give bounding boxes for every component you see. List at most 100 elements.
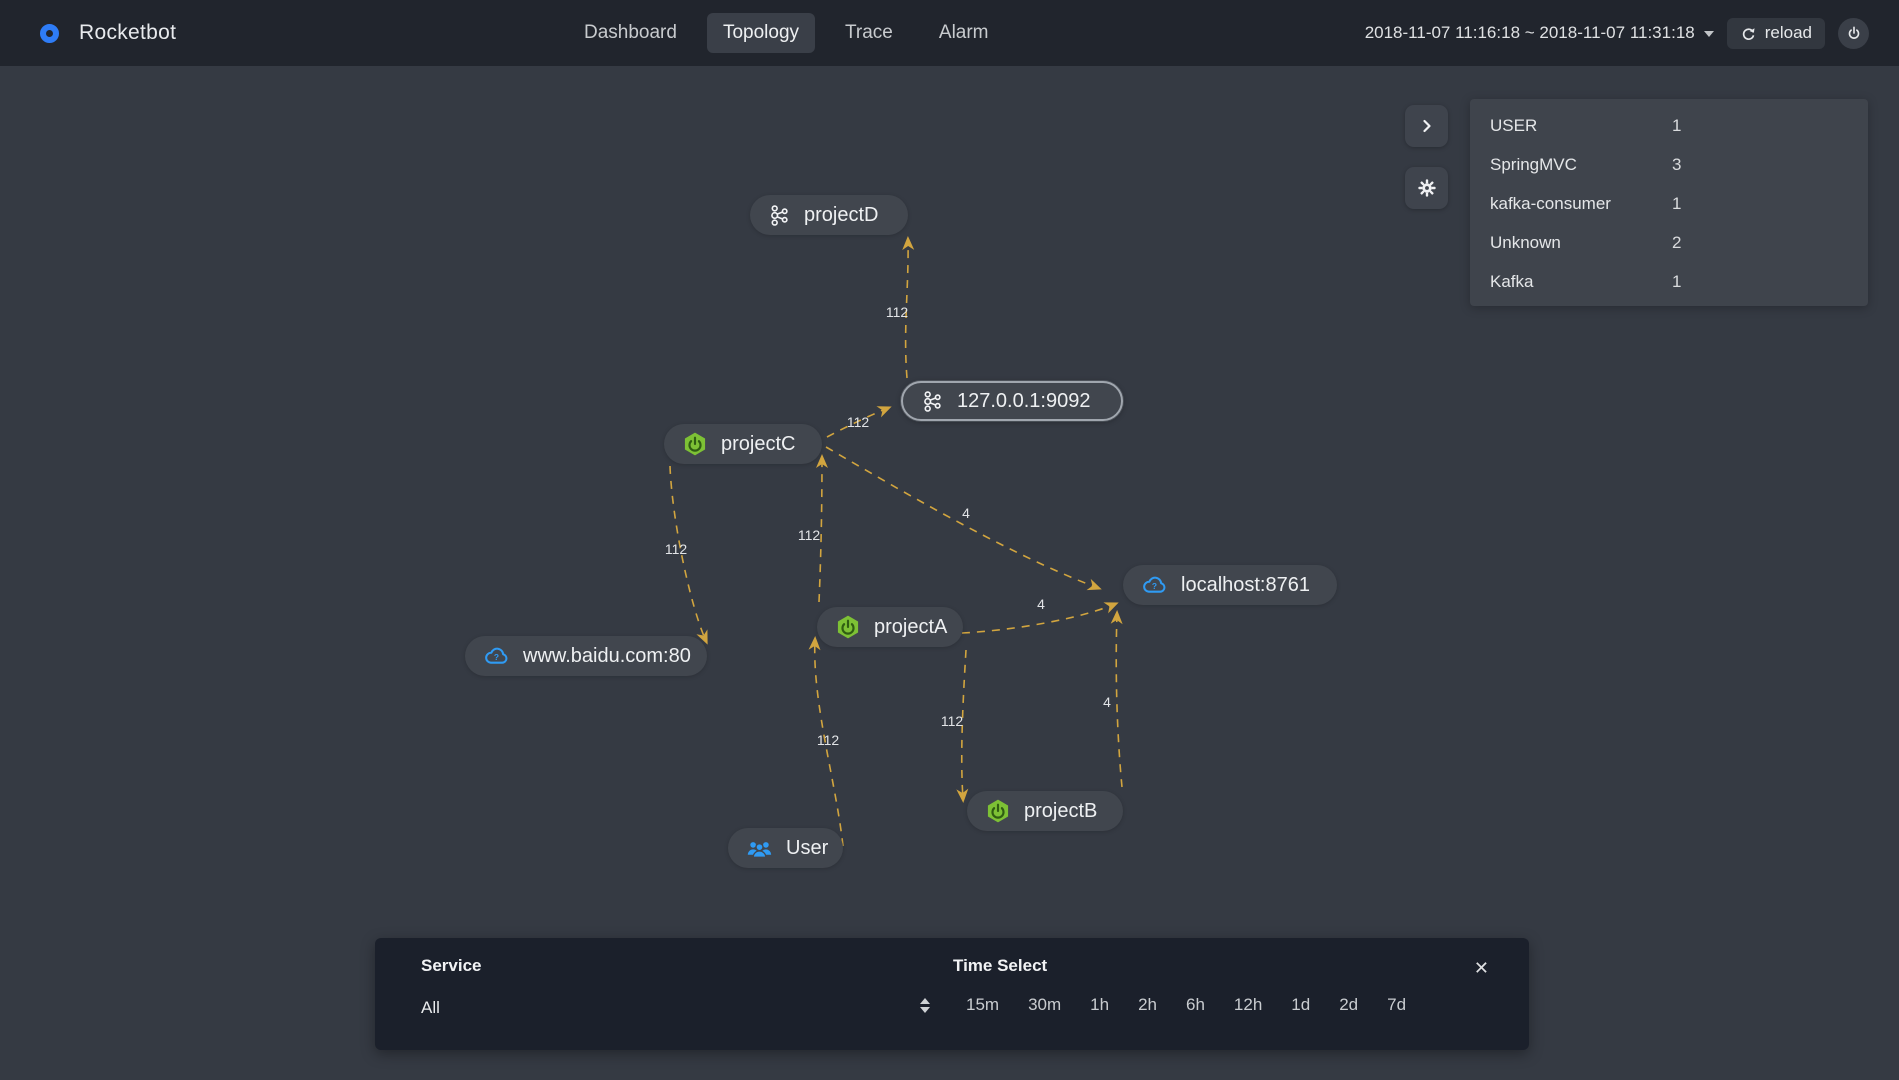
edge-label: 112 [886,304,909,320]
cloud-icon: ? [1141,572,1168,599]
time-option-2h[interactable]: 2h [1138,995,1157,1015]
nav-menu: Dashboard Topology Trace Alarm [568,0,1005,66]
node-label: www.baidu.com:80 [523,644,691,667]
node-label: localhost:8761 [1181,573,1310,596]
spring-boot-icon [985,798,1011,824]
time-option-2d[interactable]: 2d [1339,995,1358,1015]
edge-projectA-to-projectB [956,649,969,803]
nav-item-dashboard[interactable]: Dashboard [568,13,693,53]
time-range-text: 2018-11-07 11:16:18 ~ 2018-11-07 11:31:1… [1364,23,1695,42]
sort-arrows-icon[interactable] [920,997,930,1013]
spring-boot-icon [682,431,708,457]
legend-value: 1 [1672,271,1682,291]
edge-label: 112 [817,732,840,748]
time-option-15m[interactable]: 15m [966,995,999,1015]
edge-kafka9092-to-projectD [902,236,915,379]
kafka-icon [768,204,791,227]
edge-projectB-to-localhost [1110,610,1123,788]
time-option-1d[interactable]: 1d [1291,995,1310,1015]
node-projectB[interactable]: projectB [967,791,1123,831]
node-localhost[interactable]: ? localhost:8761 [1123,565,1337,605]
node-projectC[interactable]: projectC [664,424,822,464]
svg-text:?: ? [1152,581,1157,591]
edge-projectC-to-kafka9092 [826,406,892,438]
cloud-icon: ? [483,643,510,670]
power-button[interactable] [1838,17,1869,49]
node-label: projectA [874,615,948,638]
legend-row-unknown: Unknown 2 [1470,223,1868,262]
service-select[interactable]: All [421,998,482,1018]
filter-panel: Service All Time Select 15m 30m 1h 2h 6h 12h 1… [375,938,1529,1050]
legend-value: 1 [1672,115,1682,135]
legend-name: SpringMVC [1490,154,1577,174]
collapse-panel-button[interactable] [1405,105,1448,147]
legend-value: 3 [1672,154,1682,174]
caret-down-icon [1703,31,1714,37]
edge-projectC-to-localhost [825,446,1102,591]
edge-label: 4 [1037,596,1045,612]
user-group-icon [746,835,773,862]
nav-item-topology[interactable]: Topology [706,13,816,53]
node-projectD[interactable]: projectD [750,195,908,235]
time-option-12h[interactable]: 12h [1234,995,1262,1015]
node-baidu[interactable]: ? www.baidu.com:80 [465,636,707,676]
legend-row-springmvc: SpringMVC 3 [1470,145,1868,184]
node-kafka9092[interactable]: 127.0.0.1:9092 [901,381,1123,421]
power-icon [1845,24,1863,42]
node-label: 127.0.0.1:9092 [957,389,1091,412]
edge-label: 112 [847,414,870,430]
time-select-column: Time Select 15m 30m 1h 2h 6h 12h 1d 2d 7d [920,956,1406,1015]
service-type-legend: USER 1 SpringMVC 3 kafka-consumer 1 Unknown 2 Ka… [1470,99,1868,306]
edge-projectA-to-projectC [815,454,828,603]
node-label: User [786,836,829,859]
edge-projectA-to-localhost [961,602,1119,634]
legend-name: Kafka [1490,271,1534,291]
svg-text:?: ? [494,652,499,662]
edge-label: 112 [941,713,964,729]
nav-item-trace[interactable]: Trace [829,13,909,53]
service-column: Service All [421,956,482,1018]
rocketbot-logo-icon [40,23,59,43]
legend-value: 1 [1672,193,1682,213]
reload-button[interactable]: reload [1726,17,1825,49]
node-projectA[interactable]: projectA [817,607,963,647]
brand-name: Rocketbot [79,21,177,44]
time-option-6h[interactable]: 6h [1186,995,1205,1015]
gear-icon [1416,177,1438,199]
spring-boot-icon [835,614,861,640]
edge-projectC-to-baidu [669,465,708,645]
reload-label: reload [1764,23,1812,42]
kafka-icon [921,390,944,413]
legend-name: kafka-consumer [1490,193,1611,213]
edge-label: 4 [1103,694,1111,710]
legend-name: Unknown [1490,232,1561,252]
legend-row-user: USER 1 [1470,106,1868,145]
time-option-1h[interactable]: 1h [1090,995,1109,1015]
nav-right: 2018-11-07 11:16:18 ~ 2018-11-07 11:31:1… [1365,0,1869,66]
settings-button[interactable] [1405,167,1448,209]
time-options-row: 15m 30m 1h 2h 6h 12h 1d 2d 7d [920,995,1406,1015]
service-label: Service [421,956,482,975]
node-label: projectB [1024,799,1098,822]
chevron-right-icon [1417,116,1437,136]
time-option-30m[interactable]: 30m [1028,995,1061,1015]
edge-label: 112 [665,541,688,557]
nav-item-alarm[interactable]: Alarm [923,13,1005,53]
node-label: projectC [721,432,796,455]
legend-row-kafka: Kafka 1 [1470,262,1868,301]
time-range-picker[interactable]: 2018-11-07 11:16:18 ~ 2018-11-07 11:31:1… [1365,23,1714,43]
node-User[interactable]: User [728,828,843,868]
edge-User-to-projectA [808,636,844,847]
legend-value: 2 [1672,232,1682,252]
edge-label: 4 [962,505,970,521]
brand: Rocketbot [40,21,176,45]
close-panel-button[interactable]: ✕ [1474,958,1489,979]
legend-row-kafka-consumer: kafka-consumer 1 [1470,184,1868,223]
node-label: projectD [804,203,879,226]
edge-label: 112 [798,527,821,543]
legend-name: USER [1490,115,1538,135]
time-option-7d[interactable]: 7d [1387,995,1406,1015]
time-select-label: Time Select [953,956,1048,975]
reload-icon [1740,25,1757,42]
top-nav: Rocketbot Dashboard Topology Trace Alarm 20… [0,0,1899,66]
